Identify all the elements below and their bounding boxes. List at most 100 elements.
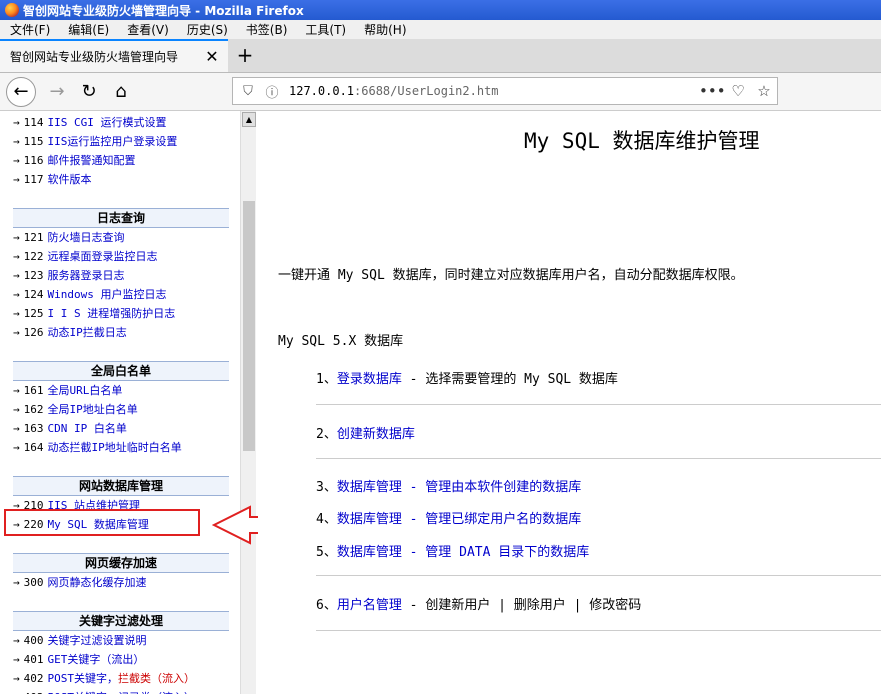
item-num: 6、 (316, 598, 337, 613)
sidebar-scrollbar[interactable]: ▲ (240, 111, 256, 694)
sidebar-item-label[interactable]: 服务器登录日志 (48, 269, 125, 282)
sidebar-item-red[interactable]: 拦截类 (118, 672, 151, 685)
forward-icon[interactable]: → (44, 79, 70, 105)
menu-view[interactable]: 查看(V) (127, 21, 169, 38)
sidebar-item-label[interactable]: 防火墙日志查询 (48, 231, 125, 244)
more-icon[interactable]: ••• (699, 82, 726, 100)
sidebar-item-121[interactable]: → 121 防火墙日志查询 (13, 228, 229, 247)
user-manage-link[interactable]: 用户名管理 (337, 598, 402, 613)
sidebar-item-402[interactable]: → 402 POST关键字，拦截类（流入） (13, 669, 229, 688)
shield-icon[interactable]: ⛉ (239, 84, 257, 99)
sidebar-item-label[interactable]: CDN IP 白名单 (48, 422, 127, 435)
menu-bar: 文件(F) 编辑(E) 查看(V) 历史(S) 书签(B) 工具(T) 帮助(H… (0, 20, 881, 39)
sidebar-item-label[interactable]: I I S 进程增强防护日志 (48, 307, 176, 320)
back-icon[interactable]: ← (6, 77, 36, 107)
reload-icon[interactable]: ↻ (76, 79, 102, 105)
sidebar-item-122[interactable]: → 122 远程桌面登录监控日志 (13, 247, 229, 266)
sidebar-section-title: 日志查询 (13, 208, 229, 228)
sidebar-item-label[interactable]: 动态IP拦截日志 (48, 326, 127, 339)
sidebar-item-124[interactable]: → 124 Windows 用户监控日志 (13, 285, 229, 304)
sidebar-item-161[interactable]: → 161 全局URL白名单 (13, 381, 229, 400)
main-frame: My SQL 数据库维护管理 一键开通 My SQL 数据库，同时建立对应数据库… (258, 111, 881, 694)
sidebar-item-400[interactable]: → 400 关键字过滤设置说明 (13, 631, 229, 650)
sidebar-item-401[interactable]: → 401 GET关键字（流出） (13, 650, 229, 669)
login-db-link[interactable]: 登录数据库 (337, 372, 402, 387)
sidebar-item-label[interactable]: 动态拦截IP地址临时白名单 (48, 441, 182, 454)
sidebar-item-162[interactable]: → 162 全局IP地址白名单 (13, 400, 229, 419)
sidebar-item-num: 121 (23, 231, 44, 244)
item-db-manage-bound: 4、数据库管理 - 管理已绑定用户名的数据库 (316, 508, 581, 527)
sidebar-item-116[interactable]: → 116 邮件报警通知配置 (13, 151, 229, 170)
menu-tools[interactable]: 工具(T) (305, 21, 346, 38)
arrow-icon: → (13, 173, 20, 186)
db-manage-created-link[interactable]: 数据库管理 - 管理由本软件创建的数据库 (337, 480, 581, 495)
highlight-box (4, 509, 200, 536)
sidebar-section-title: 关键字过滤处理 (13, 611, 229, 631)
sidebar-item-300[interactable]: → 300 网页静态化缓存加速 (13, 573, 229, 592)
item-user-manage: 6、用户名管理 - 创建新用户 | 删除用户 | 修改密码 (316, 594, 641, 613)
sidebar-item-num: 300 (23, 576, 44, 589)
tab-active[interactable]: 智创网站专业级防火墙管理向导 ✕ (0, 39, 228, 72)
scroll-up-icon[interactable]: ▲ (242, 112, 256, 127)
sidebar-item-num: 400 (23, 634, 44, 647)
sidebar-item-115[interactable]: → 115 IIS运行监控用户登录设置 (13, 132, 229, 151)
sidebar-frame: → 114 IIS CGI 运行模式设置 → 115 IIS运行监控用户登录设置 → 116 邮… (0, 111, 256, 694)
item-num: 3、 (316, 480, 337, 495)
sidebar-item-label[interactable]: 软件版本 (48, 173, 92, 186)
menu-file[interactable]: 文件(F) (10, 21, 50, 38)
sidebar-item-label[interactable]: 邮件报警通知配置 (48, 154, 136, 167)
nav-bar: ← → ↻ ⌂ ⛉ ⓘ 127.0.0.1:6688/UserLogin2.ht… (0, 73, 881, 111)
url-bar[interactable]: ⛉ ⓘ 127.0.0.1:6688/UserLogin2.htm ••• ♡ … (232, 77, 778, 105)
scroll-thumb[interactable] (243, 201, 255, 451)
sidebar-item-114[interactable]: → 114 IIS CGI 运行模式设置 (13, 113, 229, 132)
sidebar-item-num: 117 (23, 173, 44, 186)
create-db-link[interactable]: 创建新数据库 (337, 427, 415, 442)
db-manage-data-link[interactable]: 数据库管理 - 管理 DATA 目录下的数据库 (337, 545, 589, 560)
sidebar-item-label[interactable]: GET关键字（流出） (48, 653, 145, 666)
home-icon[interactable]: ⌂ (108, 79, 134, 105)
arrow-icon: → (13, 269, 20, 282)
sidebar-content: → 114 IIS CGI 运行模式设置 → 115 IIS运行监控用户登录设置 → 116 邮… (13, 113, 229, 694)
pocket-icon[interactable]: ♡ (725, 82, 751, 100)
menu-bookmarks[interactable]: 书签(B) (246, 21, 288, 38)
close-icon[interactable]: ✕ (202, 47, 222, 66)
sidebar-item-num: 401 (23, 653, 44, 666)
db-manage-bound-link[interactable]: 数据库管理 - 管理已绑定用户名的数据库 (337, 512, 581, 527)
menu-help[interactable]: 帮助(H) (364, 21, 406, 38)
menu-edit[interactable]: 编辑(E) (68, 21, 109, 38)
sidebar-item-164[interactable]: → 164 动态拦截IP地址临时白名单 (13, 438, 229, 457)
new-tab-button[interactable]: + (234, 43, 256, 67)
sidebar-item-label[interactable]: 网页静态化缓存加速 (48, 576, 147, 589)
url-path: :6688/UserLogin2.htm (354, 84, 499, 98)
sidebar-item-label[interactable]: IIS CGI 运行模式设置 (48, 116, 167, 129)
sidebar-item-label[interactable]: Windows 用户监控日志 (48, 288, 167, 301)
sidebar-item-126[interactable]: → 126 动态IP拦截日志 (13, 323, 229, 342)
sidebar-item-label[interactable]: IIS运行监控用户登录设置 (48, 135, 178, 148)
sidebar-item-label[interactable]: POST关键字， (48, 672, 119, 685)
sidebar-item-123[interactable]: → 123 服务器登录日志 (13, 266, 229, 285)
sidebar-item-num: 123 (23, 269, 44, 282)
sidebar-item-label[interactable]: 关键字过滤设置说明 (48, 634, 147, 647)
window-title-bar: 智创网站专业级防火墙管理向导 - Mozilla Firefox (0, 0, 881, 20)
sidebar-item-tail[interactable]: （流入） (151, 672, 195, 685)
sidebar-item-117[interactable]: → 117 软件版本 (13, 170, 229, 189)
item-num: 5、 (316, 545, 337, 560)
item-desc: - 选择需要管理的 My SQL 数据库 (401, 372, 618, 387)
sidebar-item-label[interactable]: 全局IP地址白名单 (48, 403, 138, 416)
url-text[interactable]: 127.0.0.1:6688/UserLogin2.htm (289, 84, 699, 98)
page-title: My SQL 数据库维护管理 (524, 129, 760, 153)
sidebar-item-163[interactable]: → 163 CDN IP 白名单 (13, 419, 229, 438)
bookmark-star-icon[interactable]: ☆ (751, 82, 777, 100)
sidebar-item-125[interactable]: → 125 I I S 进程增强防护日志 (13, 304, 229, 323)
sidebar-item-label[interactable]: 远程桌面登录监控日志 (48, 250, 158, 263)
arrow-icon: → (13, 116, 20, 129)
divider (316, 630, 881, 631)
sidebar-item-label[interactable]: 全局URL白名单 (48, 384, 123, 397)
arrow-icon: → (13, 154, 20, 167)
sidebar-item-403[interactable]: →403POST关键字，记录类（流入） (13, 688, 229, 694)
arrow-icon: → (13, 326, 20, 339)
item-create-db: 2、创建新数据库 (316, 423, 415, 442)
info-icon[interactable]: ⓘ (263, 82, 281, 101)
menu-history[interactable]: 历史(S) (187, 21, 228, 38)
